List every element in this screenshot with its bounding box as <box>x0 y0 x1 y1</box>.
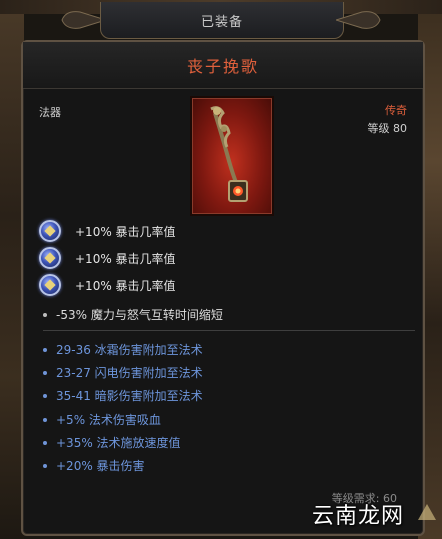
bullet-icon <box>43 347 47 352</box>
gem-mod-text: +10% 暴击几率值 <box>75 278 176 293</box>
affix-item: 29-36 冰霜伤害附加至法术 <box>43 341 203 358</box>
ornament-right-icon <box>336 11 381 29</box>
affix-text: +5% 法术伤害吸血 <box>56 413 161 427</box>
blue-gem-icon <box>39 247 61 269</box>
divider <box>43 330 415 331</box>
bullet-icon <box>43 370 47 375</box>
blue-gem-icon <box>39 220 61 242</box>
affix-item: 35-41 暗影伤害附加至法术 <box>43 387 203 404</box>
scepter-icon <box>210 106 248 202</box>
item-tooltip: 丧子挽歌 法器 传奇 等级 80 +10% 暴击几率值 +10% 暴击几率值 +… <box>21 40 425 536</box>
affix-item: +20% 暴击伤害 <box>43 457 145 474</box>
affix-text: 29-36 冰霜伤害附加至法术 <box>56 343 203 357</box>
gem-mod-text: +10% 暴击几率值 <box>75 251 176 266</box>
watermark: 云南龙网 <box>312 504 405 529</box>
implicit-mod-text: -53% 魔力与怒气互转时间缩短 <box>56 308 223 322</box>
affix-text: +35% 法术施放速度值 <box>56 436 181 450</box>
item-icon-frame <box>192 98 272 214</box>
tooltip-title-bar: 丧子挽歌 <box>23 42 423 89</box>
corner-ornament-icon <box>418 504 436 520</box>
bullet-icon <box>43 440 47 445</box>
equipped-header: 已装备 <box>60 0 382 42</box>
equipped-label: 已装备 <box>100 2 344 39</box>
bullet-icon <box>43 393 47 398</box>
gem-mod-text: +10% 暴击几率值 <box>75 224 176 239</box>
affix-text: 35-41 暗影伤害附加至法术 <box>56 389 203 403</box>
item-name: 丧子挽歌 <box>186 57 259 76</box>
bullet-icon <box>43 417 47 422</box>
bullet-icon <box>43 463 47 468</box>
affix-text: +20% 暴击伤害 <box>56 459 145 473</box>
item-level: 等级 80 <box>367 122 408 135</box>
gem-mod-row: +10% 暴击几率值 <box>39 272 176 298</box>
affix-item: +35% 法术施放速度值 <box>43 434 181 451</box>
bullet-icon <box>43 312 47 317</box>
affix-item: 23-27 闪电伤害附加至法术 <box>43 364 203 381</box>
gem-mod-row: +10% 暴击几率值 <box>39 245 176 271</box>
implicit-mod: -53% 魔力与怒气互转时间缩短 <box>43 306 223 323</box>
affix-item: +5% 法术伤害吸血 <box>43 411 161 428</box>
item-rarity: 传奇 <box>385 104 407 117</box>
blue-gem-icon <box>39 274 61 296</box>
gem-mod-row: +10% 暴击几率值 <box>39 218 176 244</box>
item-type: 法器 <box>39 106 61 119</box>
affix-text: 23-27 闪电伤害附加至法术 <box>56 366 203 380</box>
